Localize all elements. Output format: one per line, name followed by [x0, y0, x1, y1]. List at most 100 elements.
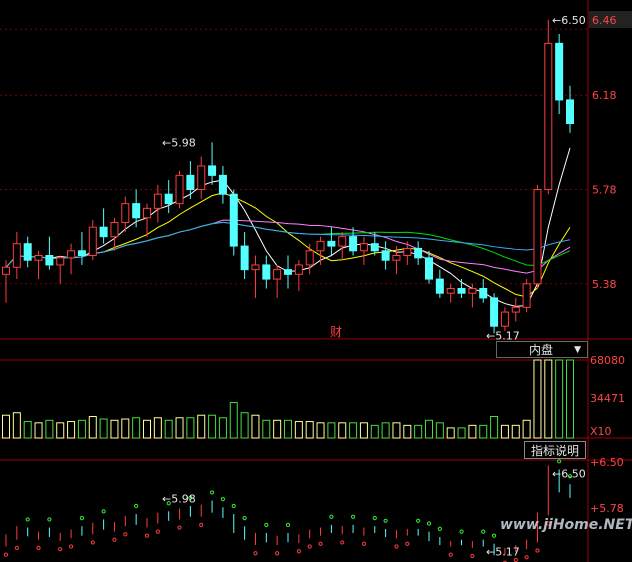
- candle: [229, 189, 238, 256]
- volume-bar: [294, 421, 303, 439]
- candle: [88, 220, 97, 261]
- volume-bar: [457, 427, 466, 439]
- candle-body: [294, 264, 303, 275]
- candle: [273, 264, 282, 298]
- candle: [197, 156, 206, 199]
- candle-body: [110, 222, 119, 238]
- candle: [403, 241, 412, 265]
- candle: [132, 189, 141, 228]
- candle: [446, 283, 455, 303]
- volume-bar: [175, 417, 184, 439]
- volume-bar: [490, 415, 499, 439]
- indicator-tick-label: +6.50: [590, 456, 624, 469]
- candle-body: [175, 174, 184, 205]
- indicator-help-button[interactable]: 指标说明: [524, 441, 586, 459]
- candle: [327, 227, 336, 256]
- volume-bar: [533, 359, 542, 439]
- sar-dot: [209, 490, 215, 495]
- candle-body: [56, 257, 65, 266]
- sar-dot: [144, 533, 150, 538]
- candle-body: [143, 207, 151, 219]
- volume-bar: [566, 359, 574, 439]
- sar-dot: [481, 529, 486, 534]
- volume-bar: [23, 421, 32, 439]
- volume-bar: [381, 422, 390, 439]
- volume-bar: [370, 424, 379, 439]
- candle: [262, 255, 271, 289]
- sar-dot: [437, 526, 442, 532]
- candle: [164, 180, 173, 214]
- ind-peak-annotation: ←5.98: [162, 493, 196, 506]
- candle: [77, 231, 86, 265]
- sar-dot: [264, 522, 269, 527]
- candle-body: [316, 240, 325, 252]
- volume-bar: [153, 417, 162, 439]
- candle-body: [99, 226, 108, 238]
- candle-body: [566, 99, 574, 125]
- candle-body: [34, 255, 43, 261]
- candle: [316, 236, 325, 265]
- candle: [490, 293, 499, 334]
- volume-tick-label: 34471: [590, 392, 625, 405]
- sar-dot: [58, 547, 63, 552]
- sar-dot: [101, 509, 106, 514]
- volume-bar: [34, 422, 43, 439]
- candle: [240, 231, 249, 280]
- candle: [56, 255, 65, 284]
- candle-body: [403, 247, 412, 257]
- candle-body: [435, 278, 444, 294]
- volume-bar: [273, 419, 282, 439]
- volume-bar: [12, 412, 21, 439]
- candle-body: [533, 189, 542, 285]
- volume-bar: [2, 414, 10, 439]
- volume-bar: [262, 419, 271, 439]
- volume-bar: [218, 417, 227, 439]
- volume-bar: [67, 421, 76, 439]
- volume-bar: [240, 412, 249, 439]
- volume-bar: [555, 359, 564, 439]
- candle: [479, 279, 488, 303]
- sar-dot: [36, 545, 41, 550]
- candle: [544, 19, 553, 195]
- volume-bar: [511, 424, 520, 439]
- sar-dot: [470, 553, 475, 559]
- candle-body: [218, 174, 227, 195]
- sar-dot: [329, 514, 334, 519]
- volume-bar: [121, 418, 130, 439]
- sar-dot: [394, 544, 399, 549]
- candle: [414, 241, 423, 265]
- sar-dot: [3, 552, 9, 557]
- volume-bar: [251, 414, 260, 439]
- volume-bar: [164, 419, 173, 439]
- sar-dot: [318, 541, 323, 546]
- candle: [99, 208, 108, 244]
- volume-bar: [77, 419, 86, 439]
- candle: [186, 161, 195, 199]
- candle-body: [273, 269, 282, 280]
- sar-dot: [405, 541, 410, 546]
- price-tick-label: 5.38: [592, 278, 617, 291]
- volume-bar: [544, 359, 553, 439]
- sar-dot: [14, 545, 19, 550]
- candle-body: [77, 250, 86, 257]
- volume-bar: [500, 424, 509, 439]
- candle: [121, 196, 130, 232]
- candle: [522, 279, 531, 313]
- sar-dot: [79, 515, 85, 521]
- sar-dot: [491, 533, 497, 538]
- candle-body: [186, 174, 195, 191]
- volume-bar: [229, 402, 238, 439]
- volume-bar: [284, 419, 292, 439]
- candle-body: [23, 243, 32, 261]
- dropdown-label: 内盘: [529, 343, 554, 357]
- candle-body: [425, 257, 433, 280]
- candle: [251, 255, 260, 298]
- candle-body: [349, 236, 358, 252]
- candle-body: [208, 165, 217, 176]
- candle: [45, 236, 54, 270]
- candle: [511, 297, 520, 322]
- sar-dot: [361, 541, 367, 546]
- candle-body: [67, 250, 76, 259]
- volume-bar: [45, 419, 54, 439]
- volume-type-dropdown[interactable]: 内盘 ▼: [496, 341, 588, 358]
